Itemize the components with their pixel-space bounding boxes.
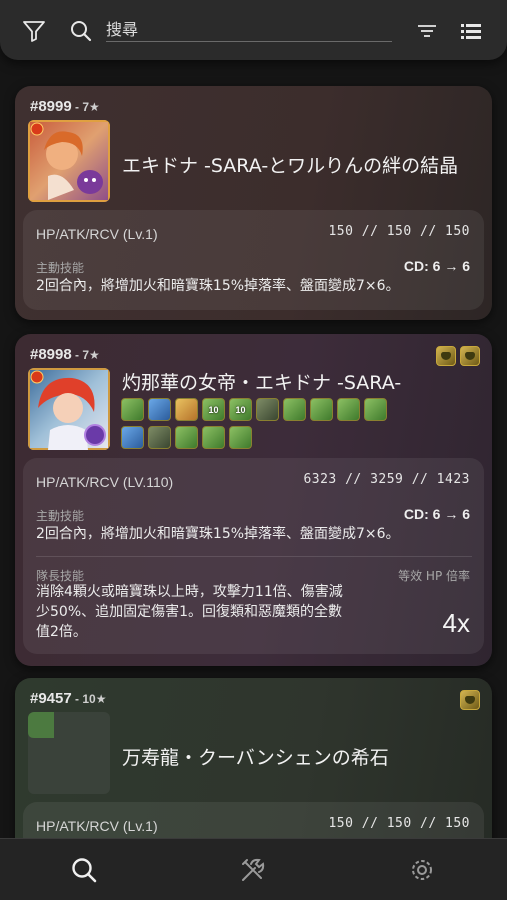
awakening-icon bbox=[229, 426, 252, 449]
hp-multiplier: 4x bbox=[442, 608, 470, 638]
leader-skill-description: 消除4顆火或暗寶珠以上時，攻擊力11倍、傷害減 少50%、追加固定傷害1。回復類… bbox=[36, 584, 343, 640]
monster-name: 万寿龍・クーバンシェンの希石 bbox=[122, 747, 389, 769]
card-id: #9457 - 10★ bbox=[30, 690, 107, 707]
search-icon[interactable] bbox=[69, 19, 93, 43]
rarity: - 7★ bbox=[71, 100, 100, 114]
awakening-icon bbox=[121, 426, 144, 449]
stats-panel: HP/ATK/RCV (LV.110) 6323 // 3259 // 1423… bbox=[23, 458, 484, 654]
monster-portrait-placeholder[interactable] bbox=[28, 712, 110, 794]
monster-portrait[interactable] bbox=[28, 120, 110, 202]
card-id: #8998 - 7★ bbox=[30, 346, 100, 363]
awakening-icon bbox=[148, 398, 171, 421]
badge-group bbox=[460, 690, 480, 710]
awakening-icon bbox=[175, 426, 198, 449]
rarity: - 10★ bbox=[71, 692, 107, 706]
awakening-icon bbox=[364, 398, 387, 421]
active-skill-label: 主動技能 bbox=[36, 509, 85, 523]
search-field[interactable] bbox=[106, 18, 392, 42]
active-skill-label: 主動技能 bbox=[36, 261, 85, 275]
awakening-icon bbox=[202, 426, 225, 449]
monster-name: 灼那華の女帝・エキドナ -SARA- bbox=[122, 372, 402, 394]
awakening-icon bbox=[337, 398, 360, 421]
cooldown: CD: 6 → 6 bbox=[403, 506, 470, 522]
search-input[interactable] bbox=[106, 18, 392, 40]
stat-label: HP/ATK/RCV (LV.110) bbox=[36, 474, 174, 490]
awakening-icon bbox=[148, 426, 171, 449]
stats-panel: HP/ATK/RCV (Lv.1) 150 // 150 // 150 bbox=[23, 802, 484, 838]
tools-tab-icon[interactable] bbox=[239, 856, 267, 884]
settings-tab-icon[interactable] bbox=[408, 856, 436, 884]
monster-name: エキドナ -SARA-とワルりんの絆の結晶 bbox=[122, 155, 459, 177]
stat-values: 6323 // 3259 // 1423 bbox=[303, 472, 470, 487]
top-toolbar bbox=[0, 0, 507, 60]
monster-card[interactable]: #9457 - 10★ 万寿龍・クーバンシェンの希石 HP/ATK/RCV (L… bbox=[15, 678, 492, 838]
rarity: - 7★ bbox=[71, 348, 100, 362]
search-tab-icon[interactable] bbox=[70, 856, 98, 884]
awakening-icon bbox=[310, 398, 333, 421]
badge-group bbox=[436, 346, 480, 366]
card-list[interactable]: #8999 - 7★ エキドナ -SARA-とワルりんの絆の結晶 HP/ATK/… bbox=[0, 60, 507, 838]
stat-values: 150 // 150 // 150 bbox=[328, 816, 470, 831]
awakening-icon bbox=[175, 398, 198, 421]
awakening-icon bbox=[256, 398, 279, 421]
active-skill-description: 2回合內，將增加火和暗寶珠15%掉落率、盤面變成7×6。 bbox=[36, 526, 400, 542]
sort-icon[interactable] bbox=[415, 19, 439, 43]
cooldown: CD: 6 → 6 bbox=[403, 258, 470, 274]
card-id: #8999 - 7★ bbox=[30, 98, 100, 115]
monster-card[interactable]: #8999 - 7★ エキドナ -SARA-とワルりんの絆の結晶 HP/ATK/… bbox=[15, 86, 492, 320]
awakening-icon: 10 bbox=[229, 398, 252, 421]
awakening-icon bbox=[283, 398, 306, 421]
awakening-icon: 10 bbox=[202, 398, 225, 421]
awakening-icon bbox=[121, 398, 144, 421]
stat-label: HP/ATK/RCV (Lv.1) bbox=[36, 226, 158, 242]
bottom-tab-bar bbox=[0, 838, 507, 900]
super-awakening-icon bbox=[436, 346, 456, 366]
awakening-row bbox=[121, 426, 252, 449]
stats-panel: HP/ATK/RCV (Lv.1) 150 // 150 // 150 主動技能… bbox=[23, 210, 484, 310]
monster-card[interactable]: #8998 - 7★ 灼那華の女帝・エキドナ -SARA- 10 10 HP/A… bbox=[15, 334, 492, 666]
stat-label: HP/ATK/RCV (Lv.1) bbox=[36, 818, 158, 834]
divider bbox=[36, 556, 472, 557]
stat-values: 150 // 150 // 150 bbox=[328, 224, 470, 239]
filter-icon[interactable] bbox=[22, 19, 46, 43]
latent-slot-icon bbox=[460, 690, 480, 710]
equivalent-hp-label: 等效 HP 倍率 bbox=[398, 569, 470, 583]
latent-slot-icon bbox=[460, 346, 480, 366]
monster-portrait[interactable] bbox=[28, 368, 110, 450]
list-view-icon[interactable] bbox=[459, 19, 483, 43]
awakening-row: 10 10 bbox=[121, 398, 387, 421]
active-skill-description: 2回合內，將增加火和暗寶珠15%掉落率、盤面變成7×6。 bbox=[36, 278, 400, 294]
